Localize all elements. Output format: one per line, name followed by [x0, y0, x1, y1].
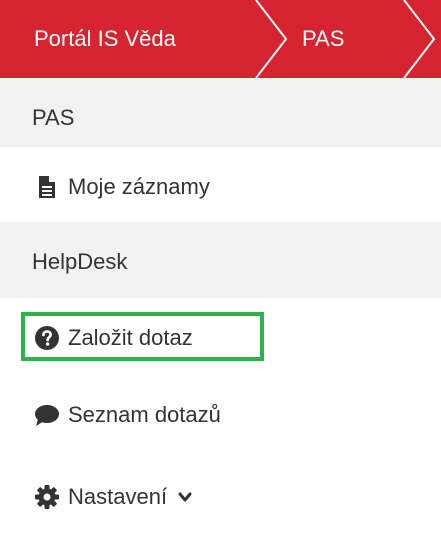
- menu-item-label: Seznam dotazů: [68, 401, 221, 427]
- breadcrumb-item-pas[interactable]: PAS: [302, 0, 344, 78]
- highlight-box: [21, 312, 264, 361]
- menu-section-label: PAS: [32, 104, 75, 130]
- menu-item-moje-zaznamy[interactable]: Moje záznamy: [0, 147, 441, 226]
- breadcrumb: Portál IS Věda PAS: [0, 0, 441, 78]
- menu-item-label: Nastavení: [68, 483, 168, 509]
- menu-item-label: Moje záznamy: [68, 173, 210, 199]
- breadcrumb-separator-icon: [400, 0, 440, 78]
- menu-item-nastaveni[interactable]: Nastavení: [0, 457, 441, 536]
- comment-icon: [34, 402, 60, 428]
- breadcrumb-item-portal[interactable]: Portál IS Věda: [34, 0, 176, 78]
- menu-section-pas: PAS: [0, 78, 441, 157]
- file-icon: [34, 174, 60, 200]
- menu-item-seznam-dotazu[interactable]: Seznam dotazů: [0, 375, 441, 454]
- chevron-down-icon[interactable]: [177, 489, 193, 505]
- menu-section-label: HelpDesk: [32, 248, 128, 274]
- gear-icon: [34, 484, 60, 510]
- breadcrumb-separator-icon: [252, 0, 292, 78]
- menu-section-helpdesk: HelpDesk: [0, 222, 441, 301]
